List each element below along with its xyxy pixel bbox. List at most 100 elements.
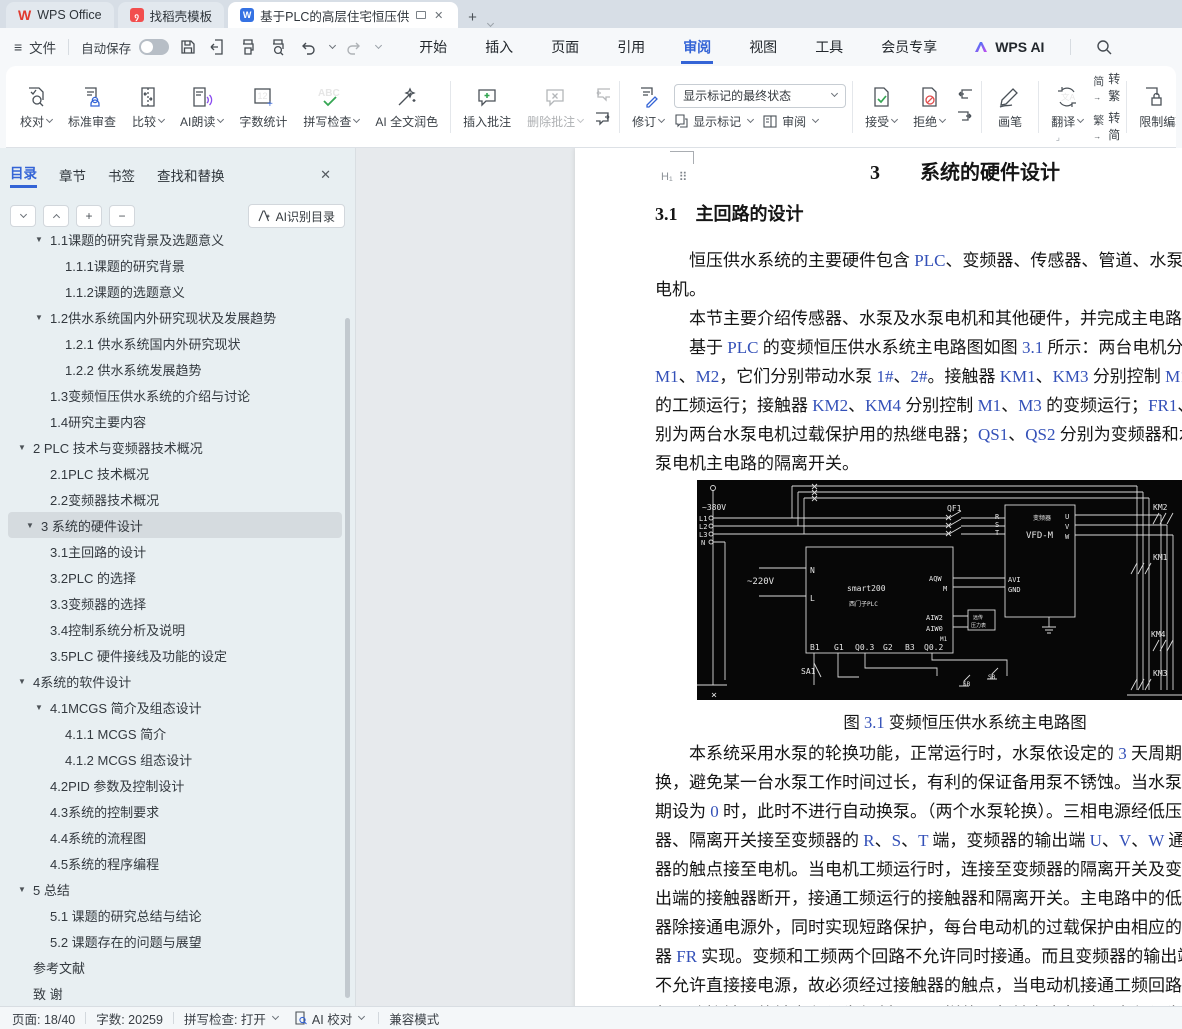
menu-tab-4[interactable]: 审阅 [681,30,713,64]
toc-item-26[interactable]: 5.1 课题的研究总结与结论 [0,902,355,928]
redo-icon[interactable] [343,36,365,58]
toc-item-18[interactable]: ▼4.1MCGS 简介及组态设计 [0,694,355,720]
menu-tab-6[interactable]: 工具 [813,30,845,64]
collapse-arrow-icon[interactable]: ▼ [18,443,33,452]
collapse-arrow-icon[interactable]: ▼ [35,235,50,244]
menu-tab-3[interactable]: 引用 [615,30,647,64]
redo-chevron-icon[interactable] [375,41,382,48]
insert-comment-button[interactable]: 插入批注 [457,80,517,134]
sidebar-tab-bookmarks[interactable]: 书签 [108,165,135,185]
save-icon[interactable] [177,36,199,58]
tab-document[interactable]: W 基于PLC的高层住宅恒压供水 ✕ [228,2,458,28]
menu-tab-1[interactable]: 插入 [483,30,515,64]
file-menu[interactable]: 文件 [29,37,56,57]
compatibility-mode-indicator[interactable]: 兼容模式 [389,1009,439,1028]
heading-level-marker[interactable]: H₁ ⠿ [661,170,686,184]
page-indicator[interactable]: 页面: 18/40 [12,1009,75,1028]
standard-review-button[interactable]: 标准审查 [62,80,122,134]
next-revision-icon[interactable] [955,110,975,126]
toc-item-19[interactable]: 4.1.1 MCGS 简介 [0,720,355,746]
markup-state-select[interactable]: 显示标记的最终状态 [674,84,846,108]
previous-revision-icon[interactable] [955,88,975,104]
toc-item-29[interactable]: 致 谢 [0,980,355,1006]
main-menu-icon[interactable]: ≡ [14,39,21,55]
ai-recognize-toc-button[interactable]: AI识别目录 [248,204,345,228]
new-tab-button[interactable]: + [458,9,485,28]
toc-item-11[interactable]: ▼3 系统的硬件设计 [8,512,342,538]
toc-item-16[interactable]: 3.5PLC 硬件接线及功能的设定 [0,642,355,668]
reject-revision-button[interactable]: 拒绝 [907,80,951,134]
toc-item-7[interactable]: 1.4研究主要内容 [0,408,355,434]
review-pane-button[interactable]: 审阅 [763,113,818,130]
float-window-icon[interactable] [416,11,426,19]
toc-item-22[interactable]: 4.3系统的控制要求 [0,798,355,824]
wps-ai-button[interactable]: WPS AI [973,39,1044,55]
sidebar-tab-toc[interactable]: 目录 [10,162,37,188]
search-icon[interactable] [1093,36,1115,58]
tab-wps-office[interactable]: W WPS Office [6,2,114,28]
track-changes-button[interactable]: 修订 [626,80,670,134]
proofread-button[interactable]: 校对 [14,80,58,134]
toc-zoom-in-button[interactable]: + [76,205,102,227]
autosave-toggle[interactable] [139,39,169,55]
print-icon[interactable] [237,36,259,58]
toc-item-12[interactable]: 3.1主回路的设计 [0,538,355,564]
toc-collapse-button[interactable] [43,205,69,227]
restrict-edit-button[interactable]: 限制编辑 [1133,80,1176,134]
toc-item-21[interactable]: 4.2PID 参数及控制设计 [0,772,355,798]
circuit-diagram-image[interactable]: ~380VL1L2L3NQF1RST变频器VFD-MUVWAVIGND~220V… [697,480,1182,700]
drag-handle-icon[interactable]: ⠿ [679,170,687,184]
toc-item-17[interactable]: ▼4系统的软件设计 [0,668,355,694]
ai-polish-button[interactable]: AI 全文润色 [369,80,444,134]
undo-icon[interactable] [297,36,319,58]
toc-item-15[interactable]: 3.4控制系统分析及说明 [0,616,355,642]
ai-proofread-status[interactable]: AI 校对 [294,1009,364,1028]
toc-item-14[interactable]: 3.3变频器的选择 [0,590,355,616]
toc-item-27[interactable]: 5.2 课题存在的问题与展望 [0,928,355,954]
toc-item-23[interactable]: 4.4系统的流程图 [0,824,355,850]
print-preview-icon[interactable] [267,36,289,58]
collapse-arrow-icon[interactable]: ▼ [18,885,33,894]
toc-item-5[interactable]: 1.2.2 供水系统发展趋势 [0,356,355,382]
tab-list-chevron-icon[interactable] [487,20,494,27]
group-expand-icon[interactable]: ⌟ [1056,132,1060,143]
toc-expand-button[interactable] [10,205,36,227]
toc-item-13[interactable]: 3.2PLC 的选择 [0,564,355,590]
previous-comment-icon[interactable] [593,87,613,103]
tab-docer-templates[interactable]: ᠀ 找稻壳模板 [118,2,225,28]
toc-item-20[interactable]: 4.1.2 MCGS 组态设计 [0,746,355,772]
collapse-arrow-icon[interactable]: ▼ [35,703,50,712]
to-simplified-button[interactable]: 繁→ 转简 [1093,109,1120,143]
toc-item-0[interactable]: ▼1.1课题的研究背景及选题意义 [0,226,355,252]
close-tab-icon[interactable]: ✕ [434,9,443,22]
compare-button[interactable]: 比较 [126,80,170,134]
toc-item-4[interactable]: 1.2.1 供水系统国内外研究现状 [0,330,355,356]
collapse-arrow-icon[interactable]: ▼ [35,313,50,322]
sidebar-tab-find-replace[interactable]: 查找和替换 [157,165,225,185]
delete-comment-button[interactable]: 删除批注 [521,80,589,134]
toc-zoom-out-button[interactable]: − [109,205,135,227]
document-page[interactable]: H₁ ⠿ 3 系统的硬件设计 3.1 主回路的设计 恒压供水系统的主要硬件包含 … [575,148,1182,1006]
collapse-arrow-icon[interactable]: ▼ [18,677,33,686]
menu-tab-5[interactable]: 视图 [747,30,779,64]
ai-read-aloud-button[interactable]: AI朗读 [174,80,229,134]
translate-button[interactable]: 文A 翻译 [1045,80,1089,134]
menu-tab-7[interactable]: 会员专享 [879,30,939,64]
sidebar-close-icon[interactable]: ✕ [320,167,343,183]
toc-item-24[interactable]: 4.5系统的程序编程 [0,850,355,876]
word-count-button[interactable]: 12+ 字数统计 [233,80,293,134]
toc-item-6[interactable]: 1.3变频恒压供水系统的介绍与讨论 [0,382,355,408]
word-count-indicator[interactable]: 字数: 20259 [96,1009,163,1028]
toc-item-28[interactable]: 参考文献 [0,954,355,980]
menu-tab-2[interactable]: 页面 [549,30,581,64]
undo-chevron-icon[interactable] [329,41,336,48]
toc-item-1[interactable]: 1.1.1课题的研究背景 [0,252,355,278]
toc-item-9[interactable]: 2.1PLC 技术概况 [0,460,355,486]
to-traditional-button[interactable]: 简→ 转繁 [1093,70,1120,104]
sidebar-tab-chapters[interactable]: 章节 [59,165,86,185]
toc-item-2[interactable]: 1.1.2课题的选题意义 [0,278,355,304]
export-icon[interactable] [207,36,229,58]
menu-tab-0[interactable]: 开始 [417,30,449,64]
toc-item-25[interactable]: ▼5 总结 [0,876,355,902]
show-markup-button[interactable]: 显示标记 [674,113,753,130]
